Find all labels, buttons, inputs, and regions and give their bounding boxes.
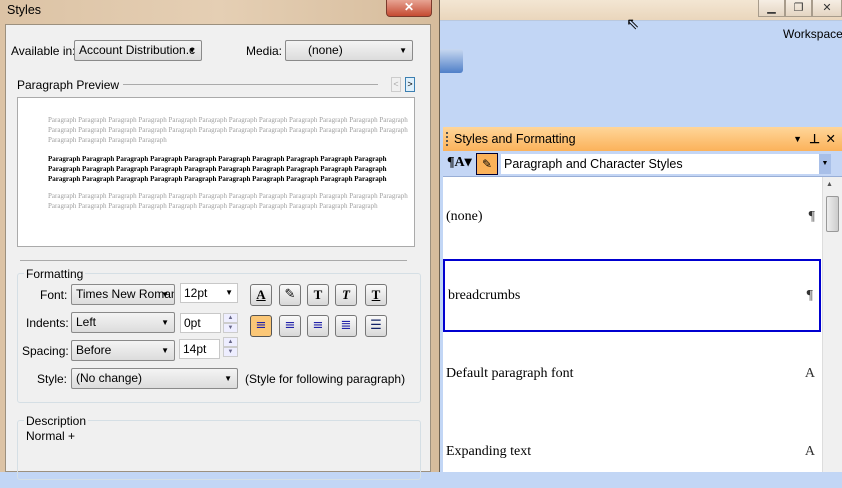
media-label: Media:	[246, 44, 283, 58]
scroll-up-icon[interactable]: ▲	[826, 181, 833, 188]
chevron-down-icon: ▼	[224, 374, 232, 383]
item-name: (none)	[446, 209, 483, 224]
formatting-label: Formatting	[24, 267, 86, 281]
divider	[20, 260, 407, 261]
panel-close-icon[interactable]: ✕	[826, 127, 836, 151]
pencil-icon[interactable]: ✎	[476, 153, 498, 175]
justify-button[interactable]: ≣	[335, 315, 357, 337]
grip-icon[interactable]	[446, 132, 448, 146]
next-style-value: (No change)	[76, 371, 143, 385]
panel-title: Styles and Formatting	[454, 132, 576, 146]
next-style-select[interactable]: (No change) ▼	[71, 368, 238, 389]
spacing-select[interactable]: Before ▼	[71, 340, 175, 361]
font-color-button[interactable]: A	[250, 284, 272, 306]
chevron-down-icon: ▼	[399, 46, 407, 55]
toolbar-overflow-button[interactable]	[440, 49, 463, 73]
align-left-button[interactable]: ≡	[250, 315, 272, 337]
panel-toolbar: ¶A▾ ✎ Paragraph and Character Styles ▼	[443, 151, 842, 177]
dialog-title: Styles	[7, 3, 42, 17]
mouse-cursor-icon: ⇖	[626, 16, 640, 33]
preview-label: Paragraph Preview	[17, 78, 120, 92]
divider	[123, 84, 378, 85]
list-item[interactable]: Default paragraph font A	[443, 338, 821, 410]
indents-select[interactable]: Left ▼	[71, 312, 175, 333]
panel-menu-icon[interactable]: ▼	[793, 127, 802, 151]
character-icon: A	[804, 366, 815, 381]
spacing-down-button[interactable]: ▼	[223, 347, 238, 357]
align-center-button[interactable]: ≡	[279, 315, 301, 337]
available-in-select[interactable]: Account Distribution.c ▼	[74, 40, 202, 61]
dialog-close-button[interactable]: ✕	[386, 0, 432, 17]
paragraph-preview: Paragraph Paragraph Paragraph Paragraph …	[17, 97, 415, 247]
chevron-down-icon: ▼	[161, 290, 169, 299]
media-select[interactable]: (none) ▼	[285, 40, 413, 61]
paragraph-icon: ¶	[808, 209, 815, 224]
item-name: Default paragraph font	[446, 366, 574, 381]
list-scrollbar[interactable]: ▲	[822, 177, 842, 472]
style-hint: (Style for following paragraph)	[245, 372, 406, 386]
indent-value: 0pt	[184, 316, 201, 330]
styles-dialog: Styles ✕ Available in: Account Distribut…	[0, 0, 440, 480]
bold-button[interactable]: T	[307, 284, 329, 306]
styles-panel-header: Styles and Formatting ▼ ⊥ ✕	[443, 127, 842, 151]
highlight-button[interactable]: ✎	[279, 284, 301, 306]
item-name: Expanding text	[446, 444, 532, 459]
indents-label: Indents:	[26, 316, 69, 330]
font-label: Font:	[40, 288, 68, 302]
workspace-label: Workspace	[783, 27, 842, 41]
spacing-up-button[interactable]: ▲	[223, 337, 238, 347]
italic-button[interactable]: T	[335, 284, 357, 306]
list-item-selected[interactable]: breadcrumbs ¶	[443, 259, 821, 332]
style-filter-select[interactable]: Paragraph and Character Styles ▼	[501, 154, 831, 174]
style-type-icon[interactable]: ¶A▾	[447, 154, 472, 171]
preview-previous-paragraph: Paragraph Paragraph Paragraph Paragraph …	[48, 116, 408, 144]
paragraph-icon: ¶	[806, 287, 813, 303]
chevron-down-icon: ▼	[161, 346, 169, 355]
align-right-button[interactable]: ≡	[307, 315, 329, 337]
preview-current-paragraph: Paragraph Paragraph Paragraph Paragraph …	[48, 155, 387, 183]
preview-next-paragraph: Paragraph Paragraph Paragraph Paragraph …	[48, 192, 408, 210]
indent-down-button[interactable]: ▼	[223, 323, 238, 333]
spacing-input[interactable]: 14pt	[179, 339, 220, 359]
font-select[interactable]: Times New Roman ▼	[71, 284, 175, 305]
chevron-down-icon: ▼	[161, 318, 169, 327]
description-group	[17, 420, 421, 480]
minimize-button[interactable]: ▁	[758, 0, 785, 17]
spacing-pt-value: 14pt	[183, 342, 207, 356]
bullet-list-button[interactable]: ☰	[365, 315, 387, 337]
indent-input[interactable]: 0pt	[180, 313, 221, 333]
scroll-thumb[interactable]	[826, 196, 839, 232]
description-label: Description	[24, 414, 89, 428]
style-filter-value: Paragraph and Character Styles	[504, 157, 683, 171]
font-size-select[interactable]: 12pt ▼	[180, 283, 238, 303]
list-item[interactable]: Expanding text A	[443, 416, 821, 488]
pin-icon[interactable]: ⊥	[809, 127, 820, 151]
preview-prev-button[interactable]: <	[391, 77, 401, 92]
styles-list: (none) ¶ breadcrumbs ¶ Default paragraph f…	[443, 177, 842, 472]
style-label: Style:	[37, 372, 68, 386]
available-in-value: Account Distribution.c	[79, 43, 196, 57]
item-name: breadcrumbs	[448, 287, 521, 303]
chevron-down-icon: ▼	[225, 288, 233, 297]
list-item[interactable]: (none) ¶	[443, 181, 821, 253]
underline-button[interactable]: T	[365, 284, 387, 306]
indents-value: Left	[76, 315, 97, 329]
character-icon: A	[804, 444, 815, 459]
chevron-down-icon[interactable]: ▼	[819, 154, 831, 174]
spacing-value: Before	[76, 343, 112, 357]
available-in-label: Available in:	[11, 44, 76, 58]
preview-next-button[interactable]: >	[405, 77, 415, 92]
restore-button[interactable]: ❐	[785, 0, 812, 17]
description-value: Normal +	[26, 429, 76, 443]
chevron-down-icon: ▼	[188, 46, 196, 55]
indent-up-button[interactable]: ▲	[223, 313, 238, 323]
font-size-value: 12pt	[184, 286, 208, 300]
spacing-label: Spacing:	[22, 344, 69, 358]
close-app-button[interactable]: ✕	[812, 0, 842, 17]
media-value: (none)	[308, 43, 343, 57]
